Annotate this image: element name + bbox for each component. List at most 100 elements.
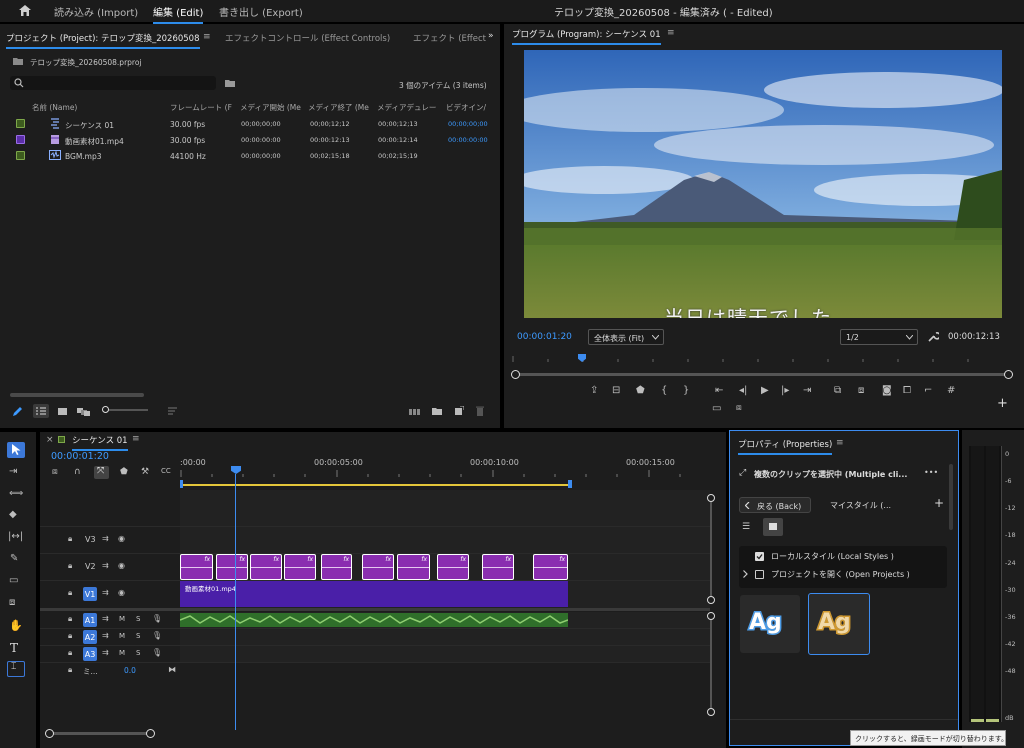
lock-icon[interactable]: 🔒︎ (68, 648, 72, 658)
tab-export[interactable]: 書き出し (Export) (219, 4, 303, 19)
sync-lock-icon[interactable]: ⇉ (102, 588, 109, 597)
mark-out-icon[interactable]: } (683, 385, 689, 396)
pencil-icon[interactable] (12, 406, 23, 417)
tab-project[interactable]: プロジェクト (Project): テロップ変換_20260508 (6, 32, 200, 49)
timeline-timecode[interactable]: 00:00:01:20 (51, 451, 109, 462)
eye-icon[interactable]: ◉ (118, 534, 125, 543)
chevron-right-icon[interactable] (743, 570, 748, 578)
lock-icon[interactable]: 🔒︎ (68, 561, 72, 571)
overflow-icon[interactable]: » (488, 31, 494, 41)
scroll-handle-bottom[interactable] (707, 708, 715, 716)
monitor-ruler[interactable] (512, 354, 1002, 364)
text-edit-tool-button[interactable]: ⌶ (7, 661, 25, 677)
lift-icon[interactable]: ⊟ (612, 385, 620, 396)
sync-lock-icon[interactable]: ⇉ (102, 534, 109, 543)
lock-icon[interactable]: 🔒︎ (68, 534, 72, 544)
list-item[interactable]: シーケンス 01 30.00 fps 00;00;00;00 00;00;12;… (0, 116, 500, 132)
caption-text[interactable]: 当日は晴天でした (664, 302, 832, 318)
ripple-edit-icon[interactable]: ⟺ (9, 488, 23, 499)
fit-dropdown[interactable]: 全体表示 (Fit) (588, 329, 664, 345)
work-area-end-handle[interactable] (568, 480, 572, 488)
tab-edit[interactable]: 編集 (Edit) (153, 4, 204, 24)
eye-icon[interactable]: ◉ (118, 561, 125, 570)
zoom-end-handle[interactable] (146, 729, 155, 738)
list-view-button[interactable] (33, 404, 49, 418)
graphic-clip[interactable]: fx (284, 554, 316, 580)
grid-icon[interactable]: # (947, 385, 955, 396)
list-item[interactable]: 動画素材01.mp4 30.00 fps 00:00:00:00 00:00:1… (0, 132, 500, 148)
automate-sequence-icon[interactable] (409, 407, 420, 415)
work-area-start-handle[interactable] (180, 480, 183, 488)
properties-menu-icon[interactable]: ≡ (836, 438, 844, 448)
insert-sequence-icon[interactable]: ⧈ (52, 467, 58, 477)
project-menu-icon[interactable]: ≡ (203, 32, 211, 42)
graphic-clip[interactable]: fx (362, 554, 394, 580)
new-bin-icon[interactable] (225, 79, 235, 87)
home-icon[interactable] (19, 5, 31, 16)
tab-effects[interactable]: エフェクト (Effect (413, 32, 486, 44)
source-patch-a2[interactable]: A2 (83, 630, 97, 644)
list-view-icon[interactable]: ☰ (742, 522, 750, 532)
graphic-clip[interactable]: fx (482, 554, 514, 580)
sync-lock-icon[interactable]: ⇉ (102, 561, 109, 570)
mix-volume-value[interactable]: 0.0 (124, 666, 136, 675)
video-vertical-scrollbar[interactable] (707, 494, 715, 604)
hand-icon[interactable]: ✋ (9, 619, 23, 632)
scroll-handle-top[interactable] (707, 494, 715, 502)
col-media-start[interactable]: メディア開始 (Me (240, 102, 301, 113)
lock-icon[interactable]: 🔒︎ (68, 665, 72, 675)
mark-in-icon[interactable]: { (661, 385, 667, 396)
add-style-icon[interactable]: + (934, 496, 944, 510)
graphic-clip[interactable]: fx (321, 554, 352, 580)
source-patch-a1[interactable]: A1 (83, 613, 97, 627)
resolution-dropdown[interactable]: 1/2 (840, 329, 918, 345)
camera-icon[interactable]: ◙ (882, 385, 892, 396)
mute-button[interactable]: M (119, 632, 125, 640)
play-icon[interactable]: ▶ (761, 385, 769, 396)
tab-effect-controls[interactable]: エフェクトコントロール (Effect Controls) (225, 32, 390, 44)
add-marker-icon[interactable]: ⬟ (120, 467, 128, 477)
col-framerate[interactable]: フレームレート (F (170, 102, 232, 113)
zoom-bar-end-handle[interactable] (1004, 370, 1013, 379)
slip-icon[interactable]: |↔| (8, 531, 23, 542)
solo-button[interactable]: S (136, 615, 140, 623)
track-label-v2[interactable]: V2 (85, 562, 96, 571)
timeline-zoom-scrollbar[interactable] (45, 729, 155, 738)
sequence-tab[interactable]: シーケンス 01 (72, 434, 128, 451)
solo-button[interactable]: S (136, 649, 140, 657)
new-item-icon[interactable] (455, 406, 464, 415)
step-forward-icon[interactable]: |▸ (781, 385, 789, 396)
work-area-bar[interactable] (180, 484, 569, 486)
track-label-v3[interactable]: V3 (85, 535, 96, 544)
captions-icon[interactable]: CC (161, 467, 171, 475)
safe-margins-icon[interactable]: ⌐ (924, 385, 932, 396)
toggle-proxies-icon[interactable]: ⧈ (736, 403, 742, 413)
vr-video-icon[interactable]: ▭ (712, 403, 721, 414)
zoom-slider[interactable] (102, 406, 148, 413)
sync-lock-icon[interactable]: ⇉ (102, 648, 109, 657)
overwrite-icon[interactable]: ⧈ (858, 385, 864, 396)
graphic-clip[interactable]: fx (180, 554, 213, 580)
sync-lock-icon[interactable]: ⇉ (102, 614, 109, 623)
wrench-icon[interactable] (928, 331, 939, 342)
step-back-icon[interactable]: ◂| (739, 385, 747, 396)
audio-vertical-scrollbar[interactable] (707, 612, 715, 716)
source-patch-a3[interactable]: A3 (83, 647, 97, 661)
my-styles-label[interactable]: マイスタイル (... (830, 500, 891, 511)
col-media-end[interactable]: メディア終了 (Me (308, 102, 369, 113)
program-monitor-title[interactable]: プログラム (Program): シーケンス 01 (512, 28, 661, 45)
video-audio-divider[interactable] (40, 608, 710, 611)
insert-icon[interactable]: ⧉ (834, 385, 841, 396)
microphone-icon[interactable]: 🎙︎ (152, 614, 162, 623)
zoom-start-handle[interactable] (45, 729, 54, 738)
local-styles-checkbox[interactable] (755, 552, 764, 561)
timeline-menu-icon[interactable]: ≡ (132, 434, 140, 444)
icon-view-icon[interactable] (58, 408, 67, 415)
v1-video-clip[interactable]: 動画素材01.mp4 (180, 581, 568, 607)
back-button[interactable]: 戻る (Back) (739, 497, 811, 513)
go-to-out-icon[interactable]: ⇥ (803, 385, 811, 396)
graphic-clip[interactable]: fx (533, 554, 568, 580)
audio-clip-bgm[interactable] (179, 613, 569, 627)
playhead-timecode[interactable]: 00:00:01:20 (517, 332, 572, 342)
col-video-in[interactable]: ビデオイン/ (446, 102, 486, 113)
